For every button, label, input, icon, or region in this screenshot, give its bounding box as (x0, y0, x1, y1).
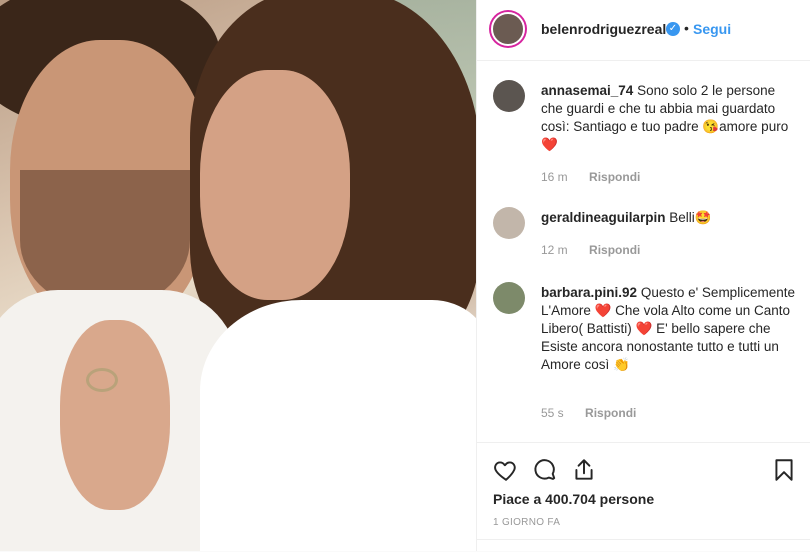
comment-icon[interactable] (532, 457, 558, 483)
author-username[interactable]: belenrodriguezreal (541, 21, 666, 37)
commenter-avatar[interactable] (493, 282, 525, 314)
share-icon[interactable] (571, 457, 597, 483)
post-date: 1 GIORNO FA (493, 517, 561, 528)
post-actions: Piace a 400.704 persone 1 GIORNO FA (477, 442, 810, 552)
photo-face-right (200, 70, 350, 300)
comment-body: geraldineaguilarpin Belli🤩 (541, 209, 797, 227)
reply-button[interactable]: Rispondi (589, 243, 640, 257)
likes-count[interactable]: Piace a 400.704 persone (493, 491, 654, 507)
comment-body: barbara.pini.92 Questo e' Semplicemente … (541, 284, 797, 374)
verified-badge-icon: ✓ (666, 22, 680, 36)
commenter-username[interactable]: geraldineaguilarpin (541, 210, 666, 225)
author-avatar[interactable] (491, 12, 525, 46)
commenter-username[interactable]: annasemai_74 (541, 83, 633, 98)
post-header: belenrodriguezreal ✓ • Segui (477, 0, 810, 61)
comment-meta: 16 m Rispondi (541, 170, 640, 184)
comment-body: annasemai_74 Sono solo 2 le persone che … (541, 82, 797, 154)
commenter-avatar[interactable] (493, 80, 525, 112)
photo-ring (86, 368, 118, 392)
comment-time: 55 s (541, 406, 564, 420)
comment-time: 12 m (541, 243, 568, 257)
reply-button[interactable]: Rispondi (589, 170, 640, 184)
separator-dot: • (684, 20, 689, 36)
photo-beard (20, 170, 190, 310)
heart-icon[interactable] (493, 457, 519, 483)
post-photo[interactable] (0, 0, 476, 551)
commenter-avatar[interactable] (493, 207, 525, 239)
comment-text: Belli🤩 (669, 210, 712, 225)
photo-hand (60, 320, 170, 510)
comment-meta: 12 m Rispondi (541, 243, 640, 257)
follow-button[interactable]: Segui (693, 21, 731, 37)
reply-button[interactable]: Rispondi (585, 406, 636, 420)
bookmark-icon[interactable] (771, 457, 797, 483)
commenter-username[interactable]: barbara.pini.92 (541, 285, 637, 300)
comment-meta: 55 s Rispondi (541, 406, 636, 420)
comment-time: 16 m (541, 170, 568, 184)
photo-shirt-right (200, 300, 476, 551)
post-side-panel: belenrodriguezreal ✓ • Segui annasemai_7… (476, 0, 810, 551)
divider (477, 539, 810, 540)
